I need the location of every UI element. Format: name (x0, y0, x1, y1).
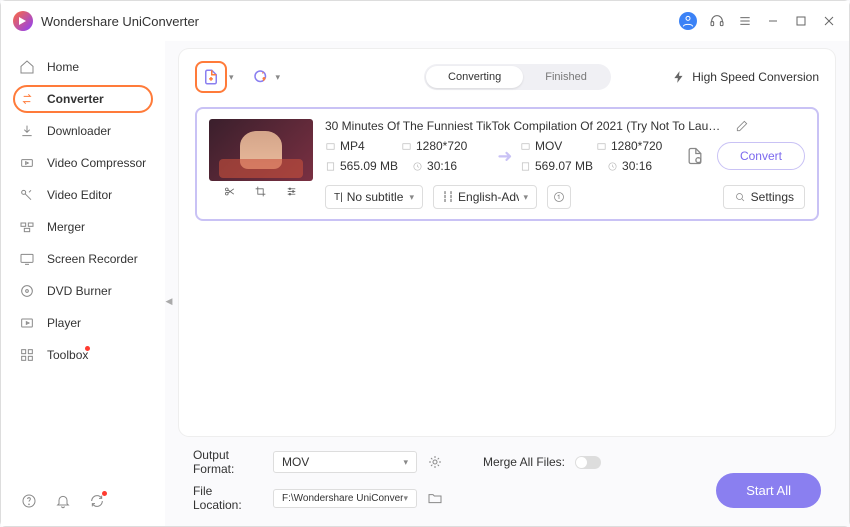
high-speed-toggle[interactable]: High Speed Conversion (672, 70, 819, 84)
chevron-down-icon[interactable]: ▾ (229, 72, 234, 83)
maximize-icon[interactable] (793, 13, 809, 29)
sidebar-label: Screen Recorder (47, 252, 138, 266)
sidebar-item-compressor[interactable]: Video Compressor (1, 147, 165, 179)
merge-toggle[interactable] (575, 456, 601, 469)
collapse-sidebar-icon[interactable]: ◀ (165, 281, 173, 321)
tab-finished[interactable]: Finished (523, 66, 609, 88)
sidebar-label: Video Editor (47, 188, 112, 202)
format-settings-icon[interactable] (427, 454, 443, 470)
sidebar-item-editor[interactable]: Video Editor (1, 179, 165, 211)
crop-icon[interactable] (254, 185, 267, 198)
sidebar-item-home[interactable]: Home (1, 51, 165, 83)
sidebar-item-toolbox[interactable]: Toolbox (1, 339, 165, 371)
edit-title-icon[interactable] (735, 119, 749, 133)
sidebar-label: Converter (47, 92, 104, 106)
user-account-icon[interactable] (679, 12, 697, 30)
app-logo-icon (13, 11, 33, 31)
chevron-down-icon[interactable]: ▾ (276, 72, 281, 83)
headset-icon[interactable] (709, 13, 725, 29)
output-format-label: Output Format: (193, 448, 263, 476)
sidebar-item-recorder[interactable]: Screen Recorder (1, 243, 165, 275)
video-title: 30 Minutes Of The Funniest TikTok Compil… (325, 119, 725, 133)
add-url-button[interactable] (248, 64, 274, 90)
trim-icon[interactable] (223, 185, 236, 198)
sidebar-item-player[interactable]: Player (1, 307, 165, 339)
sidebar-label: Video Compressor (47, 156, 146, 170)
sidebar-label: Toolbox (47, 348, 88, 362)
sidebar-item-dvd[interactable]: DVD Burner (1, 275, 165, 307)
start-all-button[interactable]: Start All (716, 473, 821, 508)
close-icon[interactable] (821, 13, 837, 29)
subtitle-select[interactable]: T|No subtitle▾ (325, 185, 423, 209)
minimize-icon[interactable] (765, 13, 781, 29)
output-settings-icon[interactable] (685, 146, 705, 166)
open-folder-icon[interactable] (427, 490, 443, 506)
audio-select[interactable]: ┆┆English-Advan...▾ (433, 185, 537, 209)
file-location-select[interactable]: F:\Wondershare UniConverter▾ (273, 489, 417, 508)
sidebar-label: Player (47, 316, 81, 330)
effects-icon[interactable] (285, 185, 298, 198)
file-location-label: File Location: (193, 484, 263, 512)
sync-icon[interactable] (89, 493, 105, 509)
menu-icon[interactable] (737, 13, 753, 29)
bell-icon[interactable] (55, 493, 71, 509)
video-card: 30 Minutes Of The Funniest TikTok Compil… (195, 107, 819, 221)
sidebar-label: Merger (47, 220, 85, 234)
app-title: Wondershare UniConverter (41, 14, 679, 29)
sidebar-label: Downloader (47, 124, 111, 138)
titlebar: Wondershare UniConverter (1, 1, 849, 41)
info-button[interactable] (547, 185, 571, 209)
add-file-button[interactable] (195, 61, 227, 93)
output-format-select[interactable]: MOV▾ (273, 451, 417, 473)
help-icon[interactable] (21, 493, 37, 509)
sidebar-item-downloader[interactable]: Downloader (1, 115, 165, 147)
merge-label: Merge All Files: (483, 455, 565, 469)
sidebar-item-converter[interactable]: Converter (1, 83, 165, 115)
sidebar-item-merger[interactable]: Merger (1, 211, 165, 243)
settings-button[interactable]: Settings (723, 185, 805, 209)
sidebar-label: Home (47, 60, 79, 74)
video-thumbnail[interactable] (209, 119, 313, 181)
arrow-right-icon: ➜ (490, 146, 520, 167)
sidebar: Home Converter Downloader Video Compress… (1, 41, 165, 526)
tab-converting[interactable]: Converting (426, 66, 523, 88)
sidebar-label: DVD Burner (47, 284, 112, 298)
convert-button[interactable]: Convert (717, 142, 805, 170)
